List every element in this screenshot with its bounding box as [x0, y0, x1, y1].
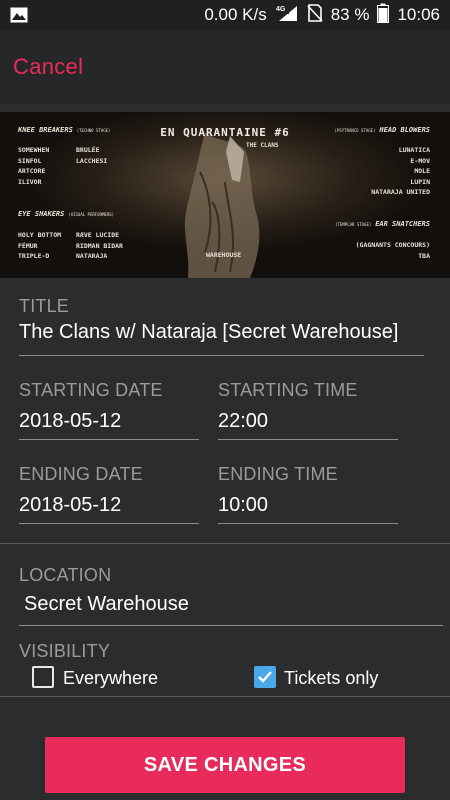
battery-icon — [377, 3, 390, 28]
event-poster-image[interactable]: EN QUARANTAINE #6 THE CLANS KNEE BREAKER… — [0, 112, 450, 278]
location-underline — [19, 625, 443, 626]
title-value: The Clans w/ Nataraja [Secret Warehouse] — [19, 321, 399, 343]
starting-time-input[interactable]: 22:00 — [218, 410, 268, 433]
status-bar: 0.00 K/s 4G 83 % 10:06 — [0, 0, 450, 30]
image-notification-icon — [10, 7, 28, 23]
ending-time-input[interactable]: 10:00 — [218, 494, 268, 517]
title-underline — [19, 355, 424, 356]
starting-date-input[interactable]: 2018-05-12 — [19, 410, 121, 433]
section-divider — [0, 543, 450, 544]
poster-group1-col1: SOMEWHEN SINFOL ARTCORE ILIVOR — [18, 146, 50, 186]
title-label: TITLE — [19, 296, 70, 316]
bottom-divider — [0, 696, 450, 697]
location-input[interactable]: Secret Warehouse — [24, 593, 189, 616]
app-bar: Cancel — [0, 30, 450, 104]
everywhere-label[interactable]: Everywhere — [63, 668, 158, 689]
ending-date-input[interactable]: 2018-05-12 — [19, 494, 121, 517]
network-speed: 0.00 K/s — [204, 5, 267, 24]
save-changes-button[interactable]: SAVE CHANGES — [45, 737, 405, 793]
poster-group4-list: (GAGNANTS CONCOURS) TBA — [355, 241, 430, 260]
ending-date-underline — [19, 523, 199, 524]
starting-date-label: STARTING DATE — [19, 380, 163, 400]
no-sim-icon — [307, 3, 323, 27]
cancel-button[interactable]: Cancel — [13, 54, 83, 80]
signal-4g-icon: 4G — [275, 4, 299, 27]
poster-group2-heading: EYE SHAKERS (VISUAL PERFORMERS) — [18, 210, 115, 218]
location-label: LOCATION — [19, 565, 112, 585]
poster-group4-heading: (TEMPLAR STAGE) EAR SNATCHERS — [335, 220, 430, 228]
tickets-only-label[interactable]: Tickets only — [284, 668, 378, 689]
tickets-only-checkbox[interactable] — [254, 666, 276, 688]
starting-date-underline — [19, 439, 199, 440]
poster-group3-list: LUNATICA E-MOV MOLE LUPIN NATARAJA UNITE… — [371, 146, 430, 196]
everywhere-checkbox[interactable] — [32, 666, 54, 688]
visibility-label: VISIBILITY — [19, 641, 111, 661]
poster-group2-col1: HOLY BOTTOM FÉMUR TRIPLE-D — [18, 231, 62, 260]
svg-text:4G: 4G — [276, 6, 286, 13]
ending-time-underline — [218, 523, 398, 524]
poster-group2-col2: RÆVE LUCIDE RIDMAN BIDAR NATARAJA — [76, 231, 123, 260]
poster-group3-heading: (PSYTRANCE STAGE) HEAD BLOWERS — [334, 126, 430, 134]
poster-group1-heading: KNEE BREAKERS (TECHNO STAGE) — [18, 126, 111, 134]
starting-time-label: STARTING TIME — [218, 380, 358, 400]
title-input[interactable]: The Clans w/ Nataraja [Secret Warehouse] — [19, 321, 424, 344]
ending-date-label: ENDING DATE — [19, 464, 143, 484]
poster-subtitle: THE CLANS — [246, 142, 279, 149]
poster-venue: WAREHOUSE — [206, 251, 242, 259]
clock: 10:06 — [397, 5, 440, 24]
ending-time-label: ENDING TIME — [218, 464, 338, 484]
checkmark-icon — [258, 671, 272, 683]
battery-percent: 83 % — [330, 5, 370, 24]
starting-time-underline — [218, 439, 398, 440]
poster-group1-col2: BRULÉE LACCHESI — [76, 146, 108, 165]
